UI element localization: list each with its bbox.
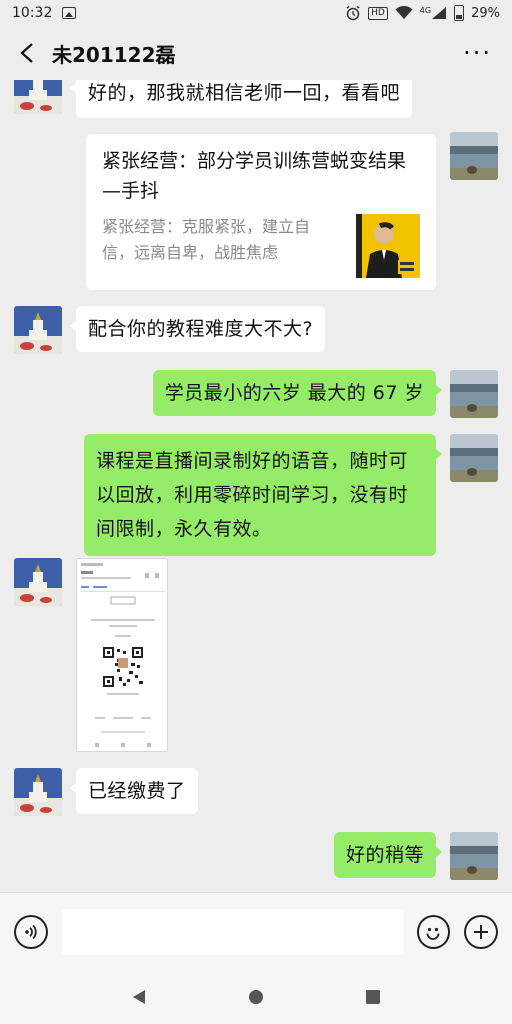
chat-title: 未201122磊 (52, 42, 176, 67)
wifi-icon (395, 6, 413, 19)
my-avatar[interactable] (450, 832, 498, 880)
message-bubble[interactable]: 课程是直播间录制好的语音，随时可以回放，利用零碎时间学习，没有时间限制，永久有效… (84, 434, 442, 556)
status-time: 10:32 (12, 5, 53, 21)
message-input-bar (0, 892, 512, 970)
lake-avatar-icon (450, 434, 498, 482)
nav-recents-button[interactable] (358, 982, 388, 1012)
link-card[interactable]: 紧张经营：部分学员训练营蜕变结果—手抖 紧张经营：克服紧张，建立自信，远离自卑，… (86, 134, 436, 290)
circle-home-icon (248, 990, 263, 1004)
message-bubble[interactable]: 好的稍等 (333, 832, 443, 878)
signal-icon (432, 7, 447, 19)
qr-screenshot-image (77, 559, 167, 751)
my-avatar[interactable] (450, 132, 498, 180)
contact-avatar[interactable] (14, 558, 62, 606)
chevron-left-icon (20, 43, 33, 63)
status-icons: HD 4G 29% (345, 5, 500, 21)
contact-avatar[interactable] (14, 80, 62, 114)
card-thumbnail (356, 214, 420, 278)
contact-avatar[interactable] (14, 768, 62, 816)
network-type: 4G (420, 6, 447, 20)
my-avatar[interactable] (450, 370, 498, 418)
stupa-avatar-icon (14, 80, 62, 114)
lake-avatar-icon (450, 132, 498, 180)
plus-icon (474, 924, 489, 939)
emoji-button[interactable] (416, 914, 451, 949)
voice-icon (25, 924, 37, 939)
contact-avatar[interactable] (14, 306, 62, 354)
chat-header: 未201122磊 ··· (0, 26, 512, 80)
add-more-button[interactable] (464, 914, 498, 949)
more-options-button[interactable]: ··· (457, 39, 498, 67)
card-title: 紧张经营：部分学员训练营蜕变结果—手抖 (102, 150, 407, 202)
my-avatar[interactable] (450, 434, 498, 482)
battery-icon (454, 5, 465, 21)
gallery-notification-icon (62, 7, 77, 19)
nav-back-button[interactable] (124, 982, 154, 1012)
alarm-icon (346, 5, 360, 21)
person-thumbnail-icon (356, 214, 420, 278)
battery-percent: 29% (471, 5, 500, 21)
smiley-icon (427, 927, 440, 940)
image-message[interactable] (76, 558, 168, 752)
lake-avatar-icon (450, 832, 498, 880)
network-label: 4G (419, 6, 432, 15)
back-button[interactable] (14, 40, 40, 66)
system-nav-bar (0, 970, 512, 1024)
nav-home-button[interactable] (241, 982, 271, 1012)
message-bubble[interactable]: 学员最小的六岁 最大的 67 岁 (152, 370, 443, 416)
status-bar: 10:32 HD 4G 29% (0, 0, 512, 26)
message-bubble[interactable]: 好的，那我就相信老师一回，看看吧 (69, 80, 413, 118)
message-input[interactable] (61, 908, 403, 955)
stupa-avatar-icon (14, 558, 62, 606)
triangle-back-icon (132, 990, 145, 1004)
card-body: 紧张经营：克服紧张，建立自信，远离自卑，战胜焦虑 (102, 214, 420, 278)
stupa-avatar-icon (14, 306, 62, 354)
stupa-avatar-icon (14, 768, 62, 816)
voice-button[interactable] (14, 914, 48, 949)
square-recents-icon (366, 990, 381, 1004)
card-description: 紧张经营：克服紧张，建立自信，远离自卑，战胜焦虑 (102, 217, 311, 262)
message-bubble[interactable]: 已经缴费了 (70, 768, 198, 814)
hd-badge: HD (368, 6, 388, 20)
message-bubble[interactable]: 配合你的教程难度大不大? (69, 306, 326, 352)
lake-avatar-icon (450, 370, 498, 418)
chat-messages[interactable]: 好的，那我就相信老师一回，看看吧 紧张经营：部分学员训练营蜕变结果—手抖 紧张经… (0, 80, 512, 892)
